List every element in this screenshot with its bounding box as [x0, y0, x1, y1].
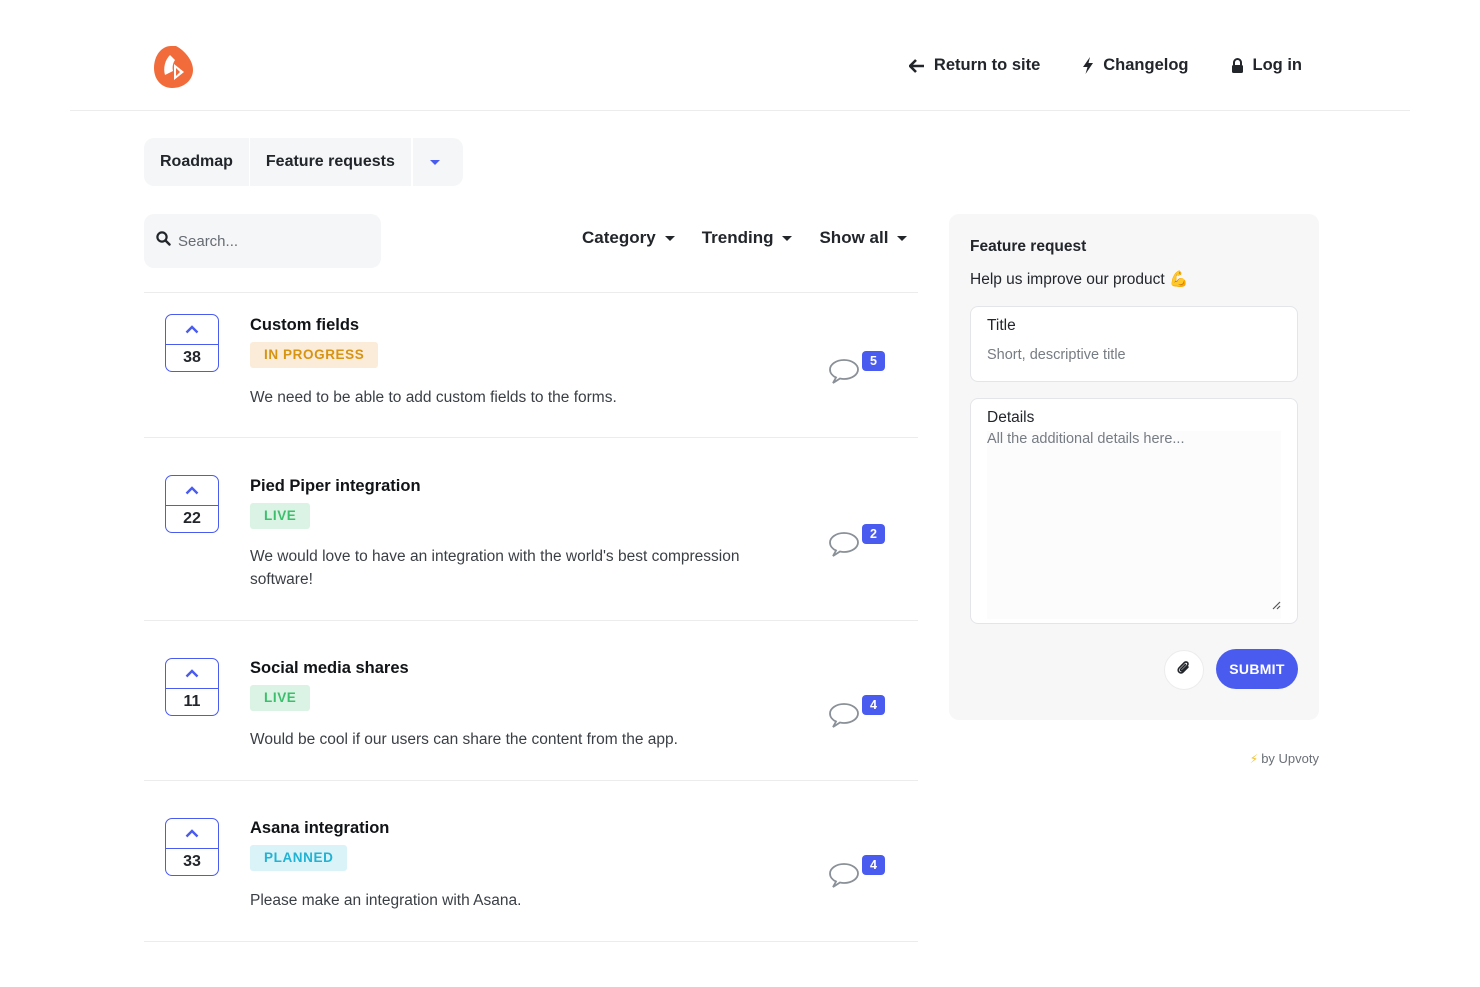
- paperclip-icon: [1177, 660, 1191, 681]
- filter-bar: Category Trending Show all: [582, 228, 908, 248]
- changelog-link[interactable]: Changelog: [1082, 56, 1189, 75]
- category-filter-dropdown[interactable]: Category: [582, 228, 675, 248]
- top-header: Return to site Changelog Log in: [70, 0, 1410, 111]
- caret-down-icon: [782, 235, 793, 241]
- bolt-icon: [1082, 57, 1094, 74]
- list-item: 11 Social media shares LIVE Would be coo…: [144, 621, 918, 781]
- caret-down-icon: [664, 235, 675, 241]
- status-badge: PLANNED: [250, 845, 348, 871]
- resize-handle-icon[interactable]: [1272, 597, 1281, 615]
- attach-file-button[interactable]: [1164, 650, 1204, 690]
- chevron-down-icon[interactable]: [410, 138, 457, 186]
- upvote-button[interactable]: 38: [165, 314, 219, 372]
- chevron-up-icon: [166, 476, 218, 506]
- comment-count-badge: 4: [862, 855, 885, 875]
- top-nav: Return to site Changelog Log in: [908, 56, 1302, 75]
- post-list: 38 Custom fields IN PROGRESS We need to …: [144, 292, 918, 942]
- search-icon: [156, 231, 171, 251]
- vote-count: 33: [183, 853, 201, 870]
- submit-button[interactable]: SUBMIT: [1216, 649, 1298, 689]
- vote-count: 38: [183, 349, 201, 366]
- powered-by-link[interactable]: ⚡ by Upvoty: [1250, 751, 1319, 766]
- board-tabs: Roadmap Feature requests: [144, 138, 463, 186]
- bolt-icon: ⚡: [1249, 751, 1259, 766]
- comments-button[interactable]: 4: [828, 855, 886, 889]
- vote-count: 11: [183, 693, 201, 710]
- speech-bubble-icon: [829, 359, 859, 384]
- post-title[interactable]: Asana integration: [250, 819, 389, 838]
- category-filter-label: Category: [582, 228, 656, 247]
- comments-button[interactable]: 5: [828, 351, 886, 385]
- comment-count-badge: 5: [862, 351, 885, 371]
- list-item: 22 Pied Piper integration LIVE We would …: [144, 438, 918, 621]
- title-input[interactable]: [987, 347, 1277, 363]
- post-description: Would be cool if our users can share the…: [250, 731, 678, 748]
- return-to-site-link[interactable]: Return to site: [908, 56, 1041, 75]
- speech-bubble-icon: [829, 532, 859, 557]
- upvote-button[interactable]: 11: [165, 658, 219, 716]
- show-all-filter-dropdown[interactable]: Show all: [819, 228, 908, 248]
- status-badge: LIVE: [250, 503, 311, 529]
- comments-button[interactable]: 4: [828, 695, 886, 729]
- chevron-up-icon: [166, 659, 218, 689]
- vote-count: 22: [183, 510, 201, 527]
- list-item: 38 Custom fields IN PROGRESS We need to …: [144, 293, 918, 438]
- log-in-label: Log in: [1252, 56, 1302, 74]
- comments-button[interactable]: 2: [828, 524, 886, 558]
- comment-count-badge: 2: [862, 524, 885, 544]
- panel-subtitle: Help us improve our product 💪: [970, 271, 1189, 288]
- comment-count-badge: 4: [862, 695, 885, 715]
- upvote-button[interactable]: 22: [165, 475, 219, 533]
- search-input[interactable]: [178, 232, 368, 250]
- post-description: We need to be able to add custom fields …: [250, 389, 617, 406]
- feature-request-panel: Feature request Help us improve our prod…: [949, 214, 1319, 720]
- show-all-filter-label: Show all: [819, 228, 889, 247]
- panel-title: Feature request: [970, 238, 1087, 255]
- title-field: Title: [970, 306, 1298, 382]
- post-title[interactable]: Pied Piper integration: [250, 477, 421, 496]
- arrow-left-icon: [908, 58, 925, 73]
- changelog-label: Changelog: [1103, 56, 1189, 74]
- post-title[interactable]: Custom fields: [250, 316, 359, 335]
- details-textarea[interactable]: [987, 431, 1281, 619]
- speech-bubble-icon: [829, 703, 859, 728]
- search-box: [144, 214, 381, 268]
- post-description: We would love to have an integration wit…: [250, 548, 740, 588]
- tab-feature-requests[interactable]: Feature requests: [248, 138, 411, 186]
- details-field: Details: [970, 398, 1298, 624]
- status-badge: IN PROGRESS: [250, 342, 379, 368]
- upvoty-logo-icon[interactable]: [148, 42, 198, 92]
- caret-down-icon: [897, 235, 908, 241]
- log-in-link[interactable]: Log in: [1231, 56, 1302, 75]
- powered-by-label: by Upvoty: [1261, 751, 1319, 766]
- speech-bubble-icon: [829, 863, 859, 888]
- trending-sort-dropdown[interactable]: Trending: [702, 228, 793, 248]
- title-field-label: Title: [987, 317, 1016, 334]
- lock-icon: [1231, 58, 1244, 73]
- post-title[interactable]: Social media shares: [250, 659, 409, 678]
- chevron-up-icon: [166, 315, 218, 345]
- details-field-label: Details: [987, 409, 1035, 426]
- trending-sort-label: Trending: [701, 228, 774, 247]
- chevron-up-icon: [166, 819, 218, 849]
- tab-roadmap[interactable]: Roadmap: [144, 138, 249, 186]
- status-badge: LIVE: [250, 685, 311, 711]
- return-to-site-label: Return to site: [933, 56, 1041, 74]
- post-description: Please make an integration with Asana.: [250, 892, 522, 909]
- list-item: 33 Asana integration PLANNED Please make…: [144, 781, 918, 942]
- upvote-button[interactable]: 33: [165, 818, 219, 876]
